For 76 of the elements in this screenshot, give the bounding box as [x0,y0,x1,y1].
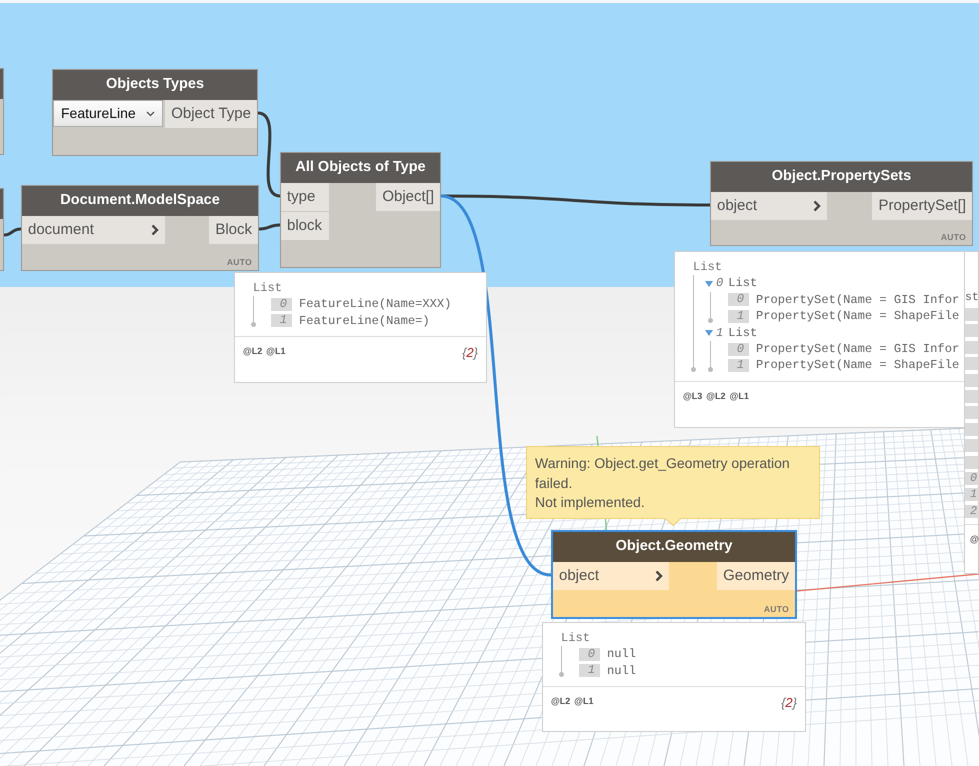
list-index: 1 [728,310,749,323]
item-count: {2} [781,696,797,710]
item-count: {2} [462,346,478,360]
list-index: 0 [965,472,979,485]
dropdown[interactable]: FeatureLine [53,100,163,127]
list-index: 0 [716,275,724,292]
node-header: Object.Geometry [553,532,795,562]
list-value: FeatureLine(Name=) [299,312,430,330]
list-value: st [965,290,979,306]
list-index: 1 [716,324,724,341]
collapse-triangle-icon[interactable] [705,280,713,287]
lacing-label: AUTO [940,232,966,242]
chevron-down-icon[interactable] [146,110,155,116]
list-value: null [607,662,636,680]
lacing-label: AUTO [226,257,252,267]
list-label: List [728,275,758,292]
list-index: 1 [271,314,292,328]
node-header: Object.PropertySets [711,162,972,192]
output-port[interactable]: PropertySet[] [872,192,972,220]
level-tag: @L1 [266,346,286,358]
tooltip-pointer-icon [665,518,681,526]
level-tag: @L1 [574,696,594,708]
level-tag: @L2 [243,346,262,358]
input-port[interactable]: type [281,183,329,211]
list-label: List [728,324,758,341]
list-index: 1 [579,664,600,678]
list-value: PropertySet(Name = ShapeFile [756,308,960,325]
list-index: 0 [579,648,600,662]
node-panel[interactable]: All Objects of Type type block Object[] [280,152,441,268]
node-panel[interactable]: Document.ModelSpace document Block AUTO [21,185,259,271]
chevron-right-icon[interactable] [655,570,663,582]
tree-branch-icon [691,275,696,374]
node-header: All Objects of Type [281,153,440,183]
list-label: List [253,280,284,296]
tree-branch-icon [708,340,713,374]
tree-branch-icon [559,646,564,680]
input-port[interactable]: object [553,562,669,590]
list-label: List [561,630,592,646]
list-value: PropertySet(Name = GIS Infor [756,292,960,308]
tree-branch-icon [251,296,256,330]
output-port[interactable]: Block [209,216,258,244]
level-tag: @L3 [683,390,702,402]
list-value: null [607,646,636,663]
list-value: FeatureLine(Name=XXX) [299,296,452,313]
node-panel[interactable]: Object.Geometry object Geometry AUTO [551,530,797,619]
list-index: 0 [271,298,292,312]
level-tag: @L2 [551,696,570,708]
list-index: 1 [965,488,979,502]
list-label: List [693,259,724,276]
level-tag: @L1 [730,390,749,402]
node-panel[interactable]: Object.PropertySets object PropertySet[] AUTO [710,161,973,246]
connector-wire [2,228,22,236]
input-port[interactable]: object [711,192,827,220]
list-index: 2 [965,504,979,518]
input-port[interactable]: document [22,216,165,244]
list-value: PropertySet(Name = GIS Infor [756,340,960,358]
input-port[interactable]: block [281,212,329,240]
list-index: 0 [728,293,749,306]
chevron-right-icon[interactable] [813,200,821,212]
collapse-triangle-icon[interactable] [705,330,713,336]
warning-tooltip: Warning: Object.get_Geometry operation failed. Not implemented. [526,446,820,519]
tree-branch-icon [708,292,713,325]
node-header: Document.ModelSpace [22,186,258,216]
connector-wire [258,224,282,230]
output-port[interactable]: Object[] [376,183,440,211]
output-port[interactable]: Geometry [717,562,795,590]
node-panel[interactable]: Objects Types FeatureLine Object Type [52,69,258,156]
level-tag: @L2 [706,390,726,402]
chevron-right-icon[interactable] [151,224,159,236]
list-index: 0 [728,342,749,356]
list-value: PropertySet(Name = ShapeFile [756,357,960,374]
level-tag: @ [970,534,979,546]
list-index: 1 [728,359,749,372]
output-port[interactable]: Object Type [165,100,257,128]
node-header: Objects Types [53,70,257,100]
lacing-label: AUTO [764,604,789,614]
